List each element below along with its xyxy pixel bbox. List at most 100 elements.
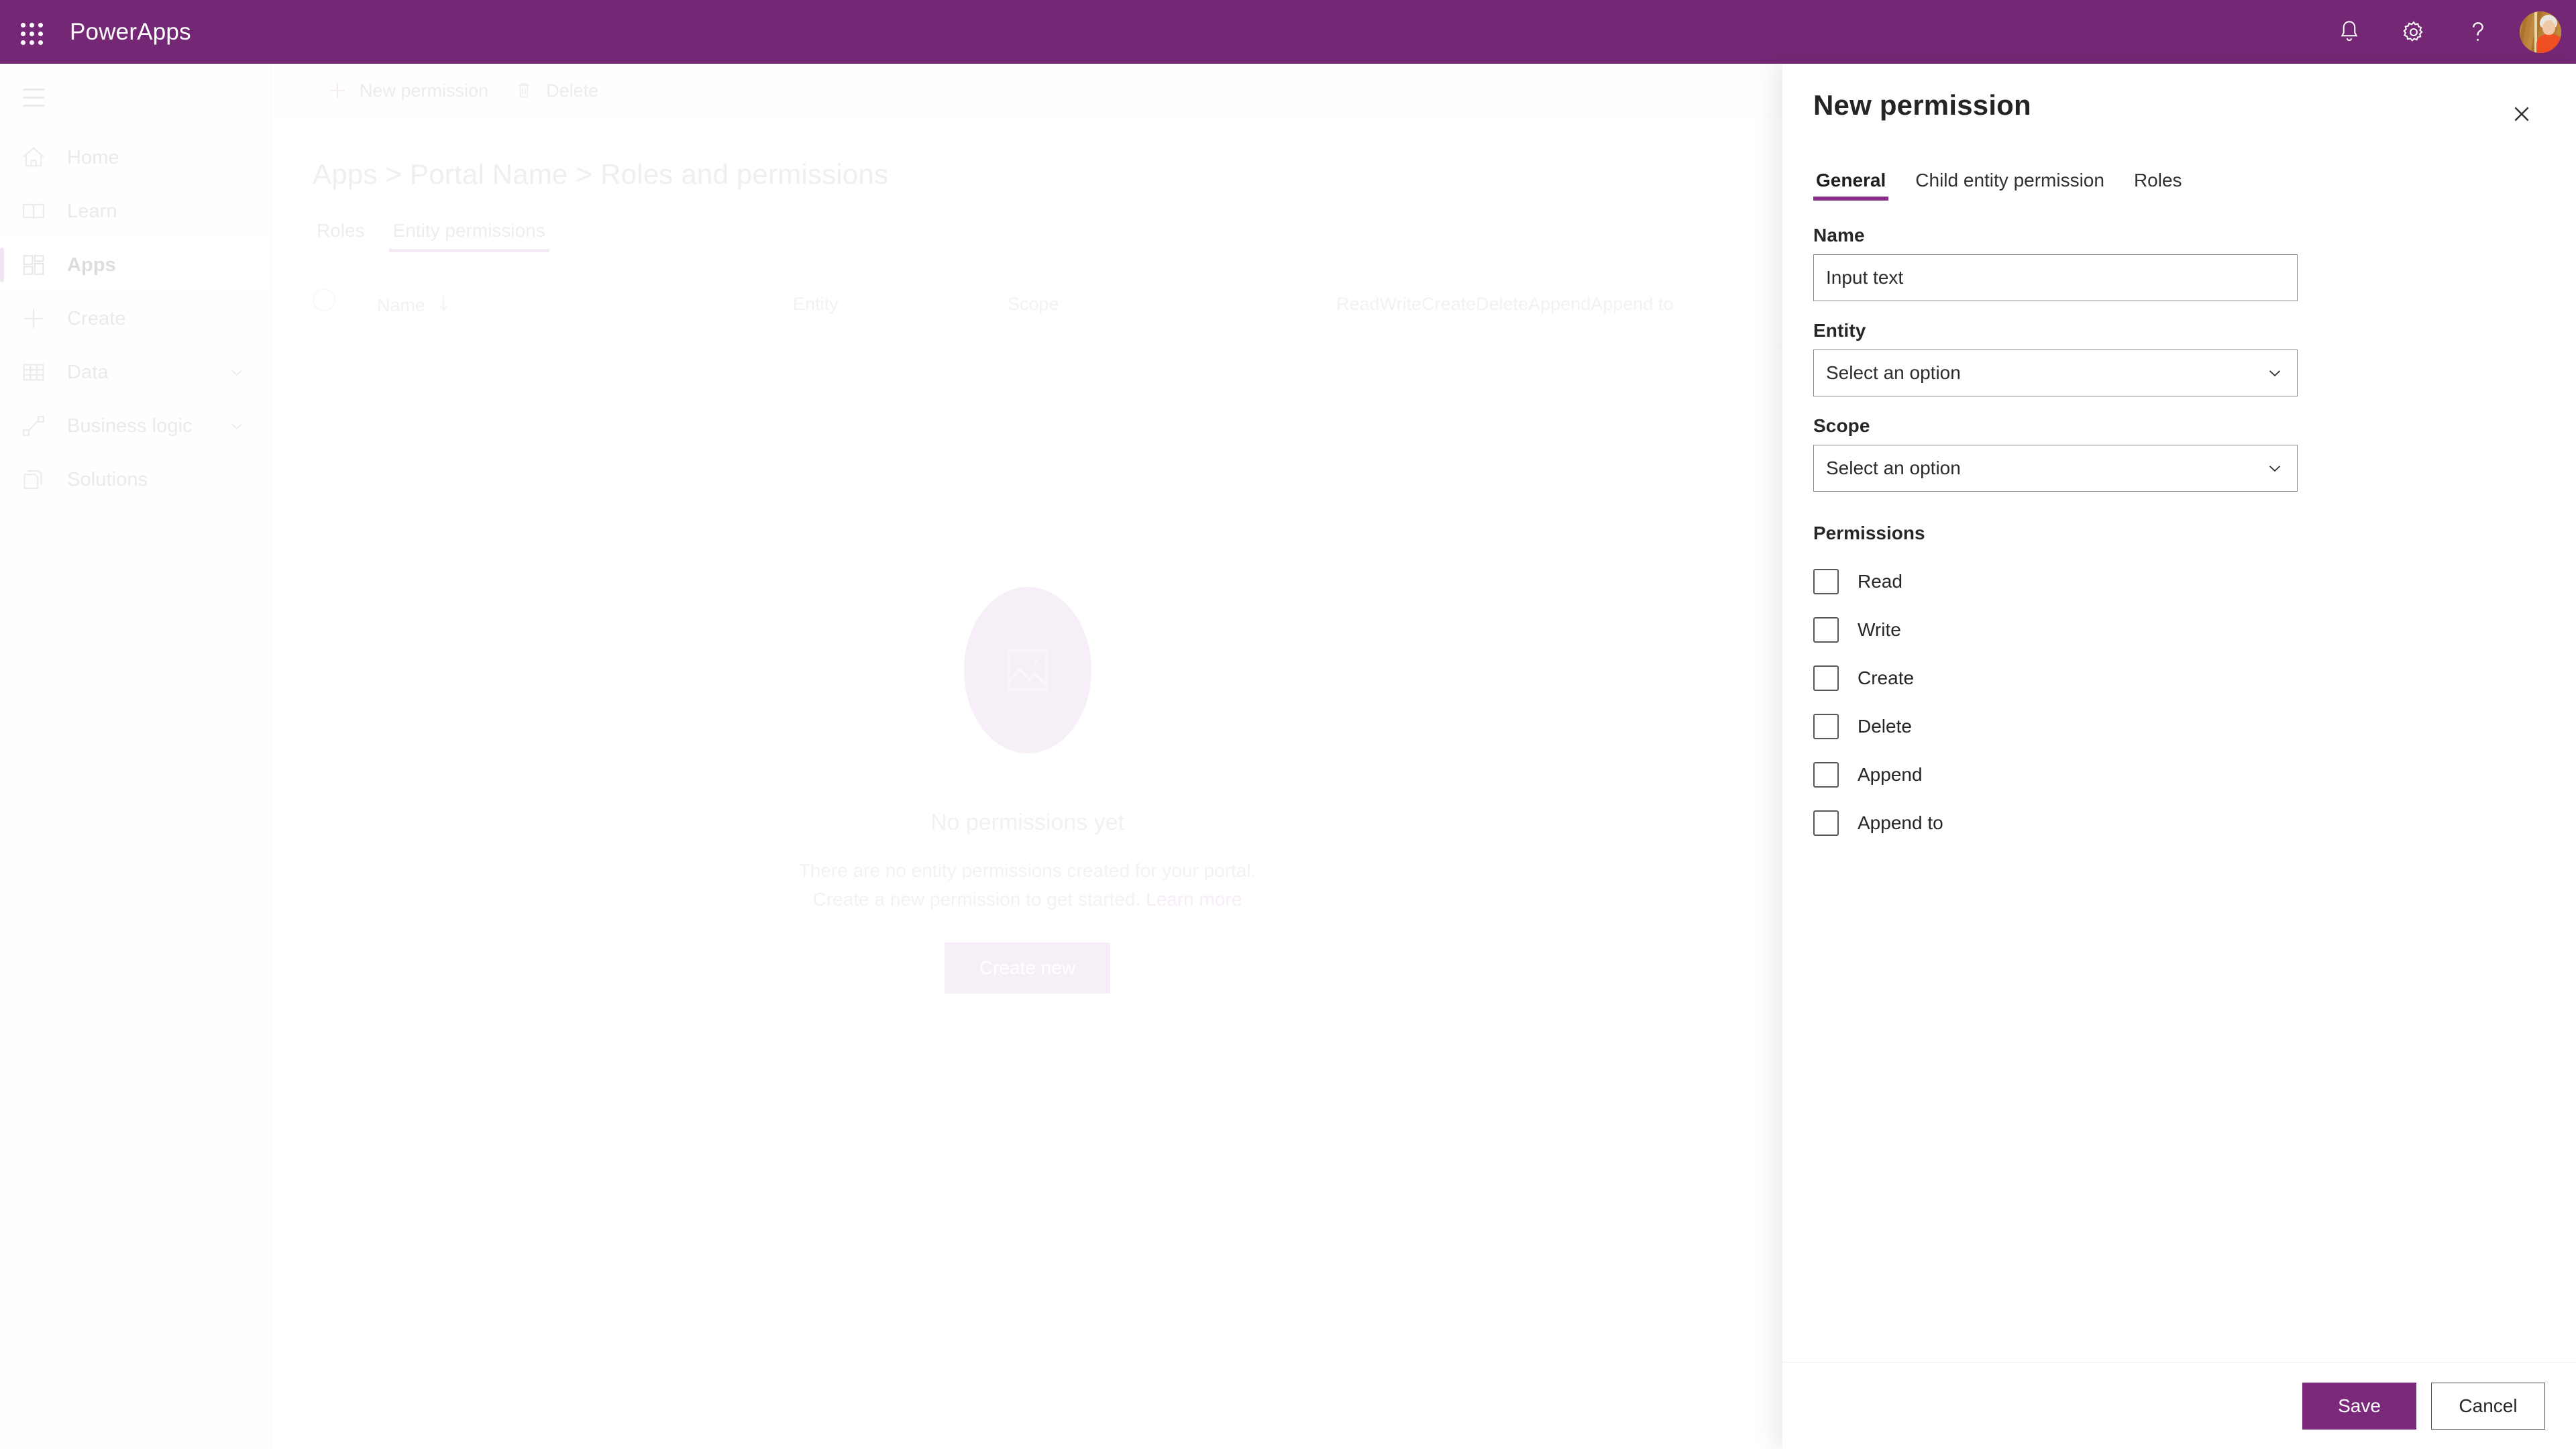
sidebar-item-create[interactable]: Create bbox=[0, 292, 271, 345]
field-name: Name bbox=[1813, 225, 2545, 301]
tab-roles[interactable]: Roles bbox=[2131, 170, 2185, 201]
table-icon bbox=[0, 358, 67, 386]
flow-icon bbox=[0, 412, 67, 440]
question-mark-icon[interactable] bbox=[2446, 0, 2510, 64]
sidebar-item-label: Apps bbox=[67, 254, 116, 276]
checkbox-create[interactable] bbox=[1813, 665, 1839, 691]
chevron-down-icon bbox=[2265, 363, 2285, 383]
checkbox-read[interactable] bbox=[1813, 569, 1839, 594]
empty-state-description: There are no entity permissions created … bbox=[799, 856, 1256, 914]
tab-general[interactable]: General bbox=[1813, 170, 1889, 201]
entity-dropdown-value: Select an option bbox=[1826, 362, 1961, 383]
new-permission-button[interactable]: New permission bbox=[313, 64, 499, 118]
powerapps-portal-management-window: PowerApps Home Learn Apps Create Data Bu… bbox=[0, 0, 2576, 1449]
checkbox-delete[interactable] bbox=[1813, 714, 1839, 739]
sidebar-item-solutions[interactable]: Solutions bbox=[0, 453, 271, 506]
hamburger-icon[interactable] bbox=[0, 64, 67, 131]
checkbox-label-append: Append bbox=[1858, 764, 1923, 785]
checkbox-label-create: Create bbox=[1858, 667, 1915, 688]
sidebar-item-label: Solutions bbox=[67, 468, 148, 490]
checkbox-label-append-to: Append to bbox=[1858, 812, 1943, 833]
checkbox-row-delete[interactable]: Delete bbox=[1813, 702, 2545, 751]
sidebar-item-apps[interactable]: Apps bbox=[0, 238, 271, 292]
checkbox-row-append[interactable]: Append bbox=[1813, 751, 2545, 799]
column-header-scope[interactable]: Scope bbox=[1008, 284, 1336, 315]
save-button[interactable]: Save bbox=[2302, 1382, 2416, 1430]
column-header-delete[interactable]: Delete bbox=[1476, 284, 1528, 315]
sidebar-item-data[interactable]: Data bbox=[0, 345, 271, 399]
sidebar-item-label: Create bbox=[67, 307, 126, 329]
panel-footer: Save Cancel bbox=[1782, 1362, 2576, 1449]
sidebar-item-business-logic[interactable]: Business logic bbox=[0, 399, 271, 453]
checkbox-row-read[interactable]: Read bbox=[1813, 557, 2545, 606]
delete-label: Delete bbox=[546, 80, 599, 101]
field-label-name: Name bbox=[1813, 225, 1865, 246]
field-label-entity: Entity bbox=[1813, 320, 1866, 341]
select-all-circle[interactable] bbox=[313, 284, 377, 311]
column-header-create[interactable]: Create bbox=[1421, 284, 1476, 315]
plus-icon bbox=[0, 305, 67, 333]
book-icon bbox=[0, 197, 67, 225]
new-permission-label: New permission bbox=[360, 80, 489, 101]
left-navigation-sidebar: Home Learn Apps Create Data Business log… bbox=[0, 64, 272, 1449]
empty-state-description-line2: Create a new permission to get started. bbox=[812, 889, 1141, 910]
scope-dropdown[interactable]: Select an option bbox=[1813, 445, 2298, 492]
column-header-append-to[interactable]: Append to bbox=[1591, 284, 1673, 315]
sort-descending-arrow bbox=[436, 294, 451, 317]
breadcrumb[interactable]: Apps > Portal Name > Roles and permissio… bbox=[313, 158, 1782, 191]
panel-title: New permission bbox=[1813, 89, 2031, 121]
panel-pivot-tabs: General Child entity permission Roles bbox=[1782, 138, 2576, 201]
tab-child-entity-permission[interactable]: Child entity permission bbox=[1913, 170, 2107, 201]
panel-form-body: Name Entity Select an option Scope Selec… bbox=[1782, 201, 2576, 1362]
sidebar-item-home[interactable]: Home bbox=[0, 131, 271, 184]
tab-roles[interactable]: Roles bbox=[313, 220, 369, 252]
checkbox-row-create[interactable]: Create bbox=[1813, 654, 2545, 702]
page-pivot-tabs: Roles Entity permissions bbox=[313, 220, 1782, 252]
sidebar-item-label: Home bbox=[67, 146, 119, 168]
sidebar-item-label: Learn bbox=[67, 200, 117, 222]
plus-icon bbox=[323, 76, 352, 105]
close-x-icon[interactable] bbox=[2498, 91, 2545, 138]
checkbox-label-delete: Delete bbox=[1858, 716, 1912, 737]
permissions-section-label: Permissions bbox=[1813, 523, 1925, 543]
empty-state-description-line1: There are no entity permissions created … bbox=[798, 860, 1256, 881]
column-header-name[interactable]: Name bbox=[377, 284, 793, 317]
entity-dropdown[interactable]: Select an option bbox=[1813, 350, 2298, 396]
command-bar: New permission Delete bbox=[272, 64, 1782, 118]
apps-grid-icon bbox=[0, 251, 67, 279]
name-input[interactable] bbox=[1813, 254, 2298, 301]
checkbox-append-to[interactable] bbox=[1813, 810, 1839, 836]
checkbox-label-write: Write bbox=[1858, 619, 1901, 640]
bell-icon[interactable] bbox=[2317, 0, 2381, 64]
page-header: Apps > Portal Name > Roles and permissio… bbox=[272, 118, 1782, 252]
field-scope: Scope Select an option bbox=[1813, 415, 2545, 492]
main-content-area: New permission Delete Apps > Portal Name… bbox=[272, 64, 1782, 1449]
checkbox-append[interactable] bbox=[1813, 762, 1839, 788]
column-header-write[interactable]: Write bbox=[1380, 284, 1422, 315]
user-avatar[interactable] bbox=[2520, 11, 2561, 53]
tab-entity-permissions[interactable]: Entity permissions bbox=[388, 220, 549, 252]
create-new-button[interactable]: Create new bbox=[944, 942, 1111, 994]
delete-button[interactable]: Delete bbox=[499, 64, 609, 118]
checkbox-row-write[interactable]: Write bbox=[1813, 606, 2545, 654]
panel-header: New permission bbox=[1782, 64, 2576, 138]
suite-brand-title[interactable]: PowerApps bbox=[70, 19, 191, 46]
empty-state-title: No permissions yet bbox=[930, 810, 1125, 835]
checkbox-row-append-to[interactable]: Append to bbox=[1813, 799, 2545, 847]
sidebar-item-label: Business logic bbox=[67, 415, 193, 437]
column-header-append[interactable]: Append bbox=[1528, 284, 1591, 315]
checkbox-write[interactable] bbox=[1813, 617, 1839, 643]
chevron-down-icon[interactable] bbox=[227, 416, 247, 436]
suite-header-actions bbox=[2317, 0, 2576, 64]
checkbox-label-read: Read bbox=[1858, 571, 1902, 592]
gear-icon[interactable] bbox=[2381, 0, 2446, 64]
sidebar-item-label: Data bbox=[67, 361, 109, 383]
field-entity: Entity Select an option bbox=[1813, 320, 2545, 396]
learn-more-link[interactable]: Learn more bbox=[1146, 889, 1242, 910]
column-header-read[interactable]: Read bbox=[1336, 284, 1380, 315]
chevron-down-icon[interactable] bbox=[227, 362, 247, 382]
app-launcher-icon[interactable] bbox=[12, 14, 48, 50]
sidebar-item-learn[interactable]: Learn bbox=[0, 184, 271, 238]
column-header-entity[interactable]: Entity bbox=[793, 284, 1008, 315]
cancel-button[interactable]: Cancel bbox=[2431, 1382, 2545, 1430]
